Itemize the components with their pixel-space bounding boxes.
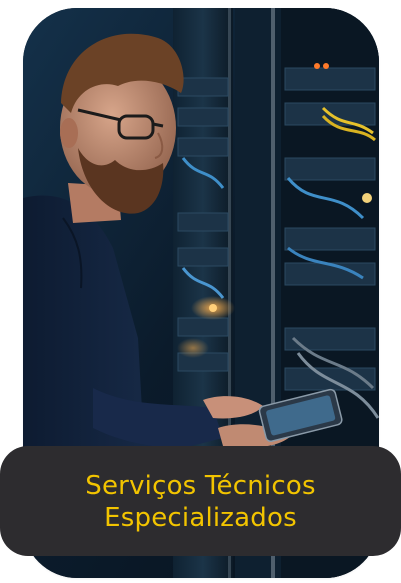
service-title-text: Serviços Técnicos Especializados xyxy=(85,471,316,533)
service-title-label: Serviços Técnicos Especializados xyxy=(0,446,401,556)
